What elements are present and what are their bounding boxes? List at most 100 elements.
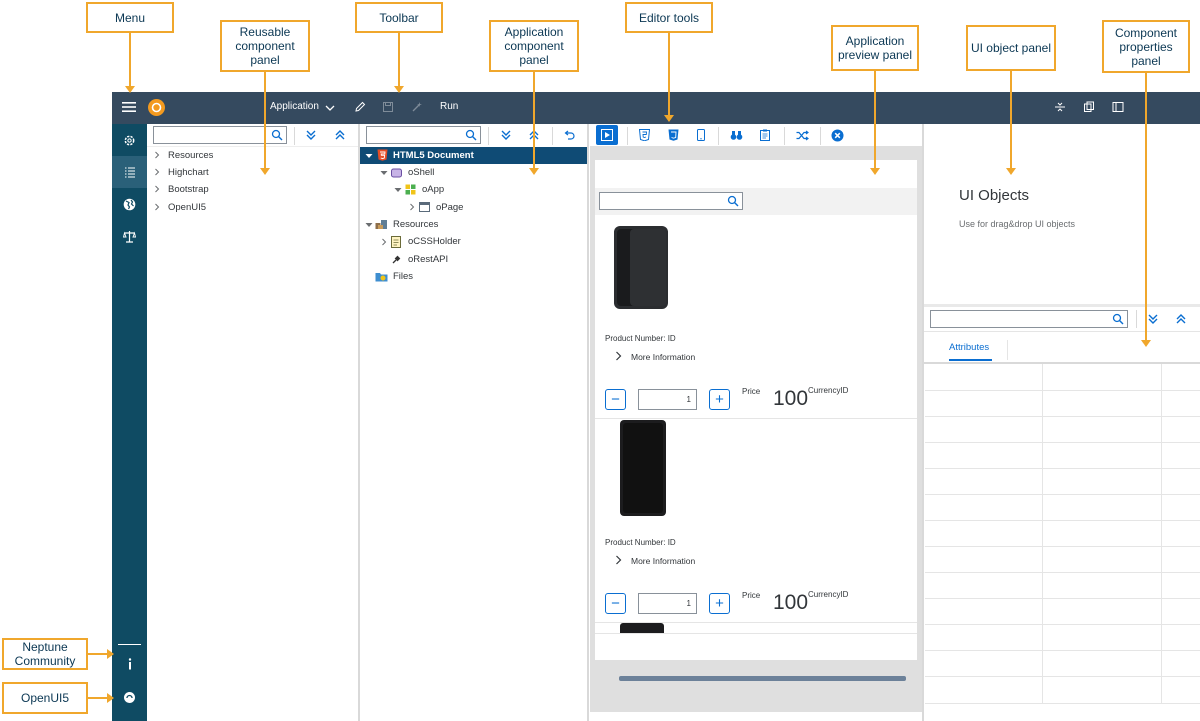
search-icon[interactable] [465,129,477,141]
chevron-right-icon[interactable] [153,168,161,176]
increment-button[interactable]: + [709,389,730,410]
balance-scale-icon[interactable] [112,220,147,252]
callout-arrow [529,72,539,175]
tree-node-html5-document[interactable]: HTML5 Document [393,150,474,161]
app-tree-search-input[interactable] [366,126,481,144]
info-icon[interactable] [112,648,147,680]
activate-wand-icon[interactable] [410,100,424,114]
grid-row-line [925,703,1200,704]
grid-row-line [925,494,1200,495]
search-icon[interactable] [271,129,283,141]
panel-split-bar[interactable] [924,304,1200,307]
undo-icon[interactable] [561,127,577,143]
caret-down-icon[interactable] [365,221,373,229]
collapse-all-icon[interactable] [1173,311,1189,327]
caret-down-icon[interactable] [394,186,402,194]
application-menu-label[interactable]: Application [270,101,319,112]
save-icon[interactable] [381,100,395,114]
panel-divider [924,331,1200,332]
tree-node-ocssholder[interactable]: oCSSHolder [408,236,461,247]
settings-gear-icon[interactable] [112,124,147,156]
grid-row-line [925,676,1200,677]
price-label: Price [742,591,761,600]
openui5-icon[interactable] [112,681,147,713]
mobile-device-icon[interactable] [693,127,709,143]
play-preview-icon [601,129,613,141]
hamburger-menu-icon[interactable] [122,100,136,114]
chevron-down-icon[interactable] [323,101,337,115]
callout-component-properties-panel: Component properties panel [1102,20,1190,73]
chevron-right-icon[interactable] [380,238,388,246]
quantity-input[interactable]: 1 [638,593,697,614]
table-header-border [924,362,1200,364]
html5-editor-icon[interactable] [636,127,652,143]
caret-down-icon[interactable] [365,152,373,160]
run-button[interactable]: Run [440,101,458,112]
properties-search-input[interactable] [930,310,1128,328]
neptune-logo-icon [148,99,165,116]
chevron-right-icon[interactable] [153,203,161,211]
reusable-item-highchart[interactable]: Highchart [168,167,209,178]
edit-pencil-icon[interactable] [353,100,367,114]
callout-arrow [260,72,270,175]
collapse-all-icon[interactable] [332,127,348,143]
preview-search-field[interactable] [600,193,724,209]
quantity-input[interactable]: 1 [638,389,697,410]
chevron-right-icon[interactable] [614,351,623,361]
app-control-icon [405,184,416,195]
tree-node-resources[interactable]: Resources [393,219,438,230]
decrement-button[interactable]: − [605,593,626,614]
search-icon[interactable] [1112,313,1124,325]
grid-column-line [1042,364,1043,704]
expand-all-icon[interactable] [498,127,514,143]
reusable-item-resources[interactable]: Resources [168,150,213,161]
app-tree-search-field[interactable] [367,127,462,143]
more-information-link[interactable]: More Information [631,556,695,566]
search-icon[interactable] [727,195,739,207]
collapse-layout-icon[interactable] [1053,100,1067,114]
globe-icon[interactable] [112,188,147,220]
caret-down-icon[interactable] [380,169,388,177]
preview-search-input[interactable] [599,192,743,210]
properties-search-field[interactable] [931,311,1109,327]
expand-all-icon[interactable] [303,127,319,143]
panel-divider [147,146,358,147]
expand-all-icon[interactable] [1145,311,1161,327]
horizontal-scrollbar[interactable] [619,676,906,681]
css-holder-icon [391,236,401,248]
grid-row-line [925,546,1200,547]
tree-node-files[interactable]: Files [393,271,413,282]
callout-editor-tools: Editor tools [625,2,713,33]
reusable-item-bootstrap[interactable]: Bootstrap [168,184,209,195]
more-information-link[interactable]: More Information [631,352,695,362]
preview-mode-button[interactable] [596,125,618,145]
shuffle-icon[interactable] [794,127,810,143]
chevron-right-icon[interactable] [153,185,161,193]
increment-button[interactable]: + [709,593,730,614]
binoculars-search-icon[interactable] [728,127,744,143]
callout-menu: Menu [86,2,174,33]
html5-icon [377,149,388,161]
tab-attributes[interactable]: Attributes [949,342,989,353]
reusable-search-field[interactable] [154,127,268,143]
copy-window-icon[interactable] [1082,100,1096,114]
chevron-right-icon[interactable] [614,555,623,565]
tree-node-opage[interactable]: oPage [436,202,463,213]
tree-node-oapp[interactable]: oApp [422,184,444,195]
side-panel-icon[interactable] [1111,100,1125,114]
list-view-icon[interactable] [112,156,147,188]
clipboard-icon[interactable] [757,127,773,143]
tree-node-orestapi[interactable]: oRestAPI [408,254,448,265]
reusable-item-openui5[interactable]: OpenUI5 [168,202,206,213]
toolbar-separator [718,127,719,145]
tree-node-oshell[interactable]: oShell [408,167,434,178]
reusable-search-input[interactable] [153,126,287,144]
close-circle-icon[interactable] [829,127,845,143]
decrement-button[interactable]: − [605,389,626,410]
chevron-right-icon[interactable] [153,151,161,159]
css3-editor-icon[interactable] [665,127,681,143]
page-control-icon [419,202,430,212]
chevron-right-icon[interactable] [408,203,416,211]
shell-control-icon [391,168,402,178]
callout-openui5: OpenUI5 [2,682,88,714]
